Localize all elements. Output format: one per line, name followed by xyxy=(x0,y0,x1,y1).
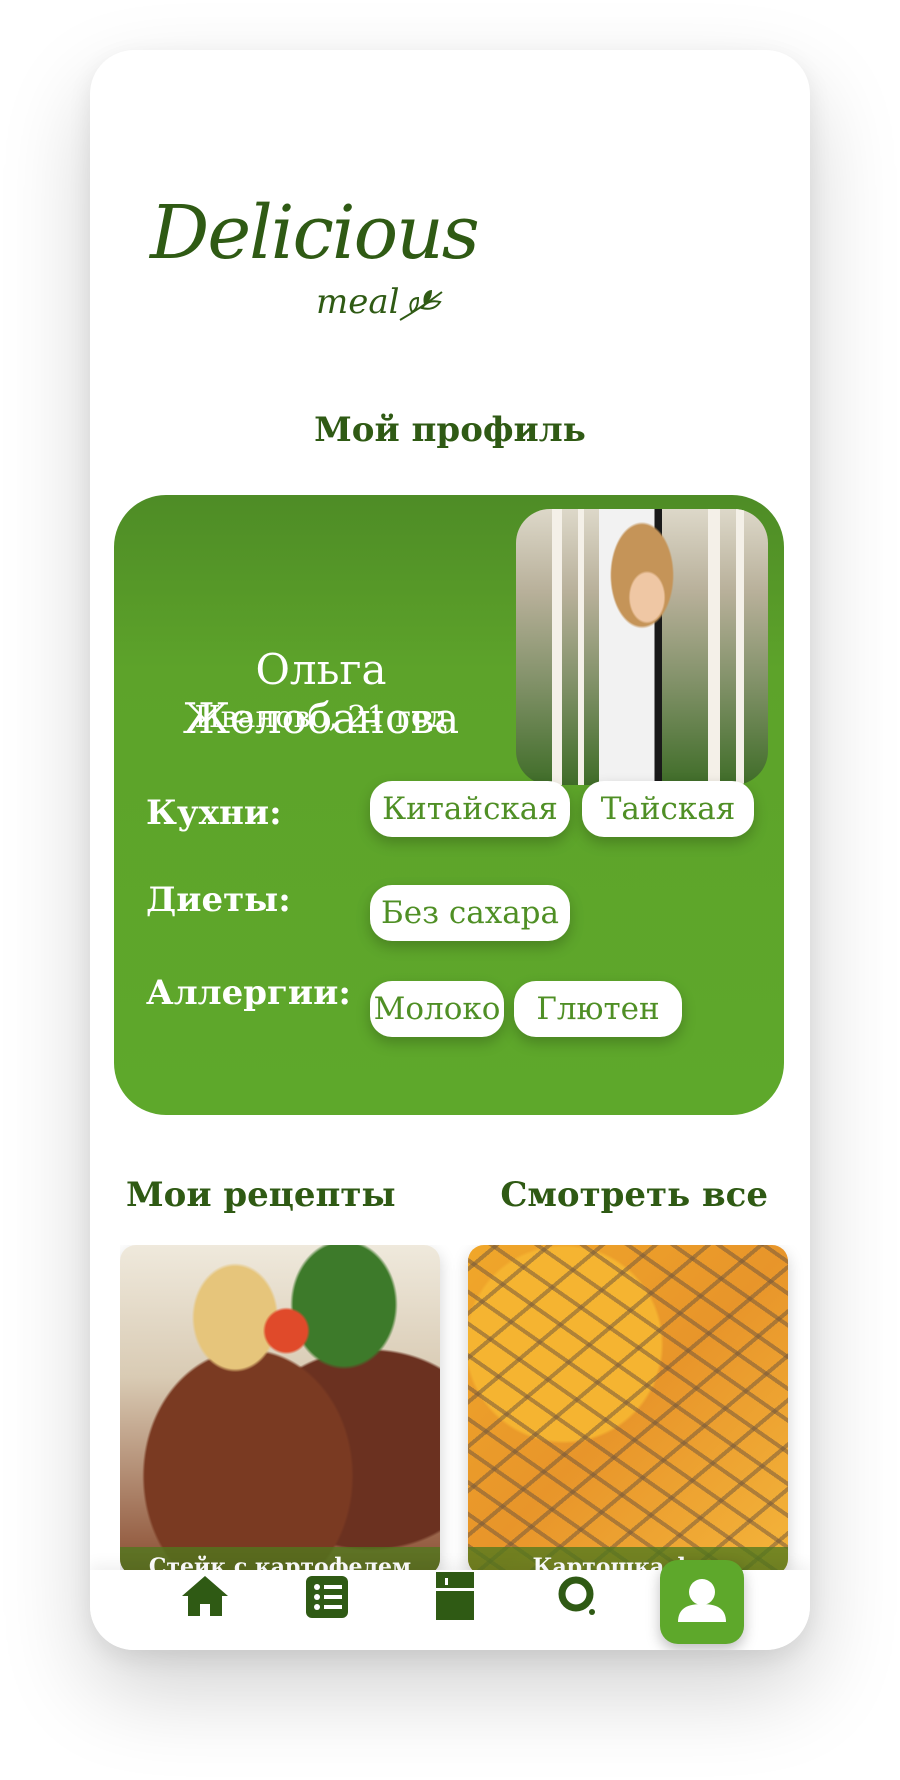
diets-label: Диеты: xyxy=(146,880,291,920)
chip-allergy[interactable]: Глютен xyxy=(514,981,682,1037)
allergies-label: Аллергии: xyxy=(146,973,351,1013)
app-screen: Delicious meal Мой профиль Ольга Желобан… xyxy=(90,50,810,1650)
app-logo: Delicious meal xyxy=(150,190,480,360)
cuisines-label: Кухни: xyxy=(146,793,282,833)
user-location-age: Иваново, 21 год xyxy=(194,700,448,735)
chip-cuisine[interactable]: Китайская xyxy=(370,781,570,837)
profile-card: Ольга Желобанова Иваново, 21 год Кухни: … xyxy=(114,495,784,1115)
list-icon[interactable] xyxy=(300,1570,354,1624)
search-icon[interactable] xyxy=(552,1570,606,1624)
tab-profile-active[interactable] xyxy=(660,1560,744,1644)
see-all-link[interactable]: Смотреть все xyxy=(500,1175,768,1215)
recipes-carousel[interactable]: Стейк с картофелем Картошка фри xyxy=(120,1245,810,1575)
recipe-card[interactable]: Стейк с картофелем xyxy=(120,1245,440,1575)
recipe-card[interactable]: Картошка фри xyxy=(468,1245,788,1575)
logo-main-text: Delicious xyxy=(150,190,480,276)
my-recipes-title: Мои рецепты xyxy=(126,1175,396,1215)
avatar[interactable] xyxy=(516,509,768,785)
fridge-icon[interactable] xyxy=(428,1570,482,1624)
page-title: Мой профиль xyxy=(314,410,586,450)
logo-sub-text: meal xyxy=(316,282,400,322)
recipe-photo xyxy=(120,1245,440,1575)
chip-allergy[interactable]: Молоко xyxy=(370,981,504,1037)
chip-cuisine[interactable]: Тайская xyxy=(582,781,754,837)
bottom-tabbar xyxy=(90,1560,810,1650)
recipe-photo xyxy=(468,1245,788,1575)
chip-diet[interactable]: Без сахара xyxy=(370,885,570,941)
user-icon xyxy=(678,1579,726,1622)
home-icon[interactable] xyxy=(178,1570,232,1624)
leaves-icon xyxy=(399,290,443,321)
